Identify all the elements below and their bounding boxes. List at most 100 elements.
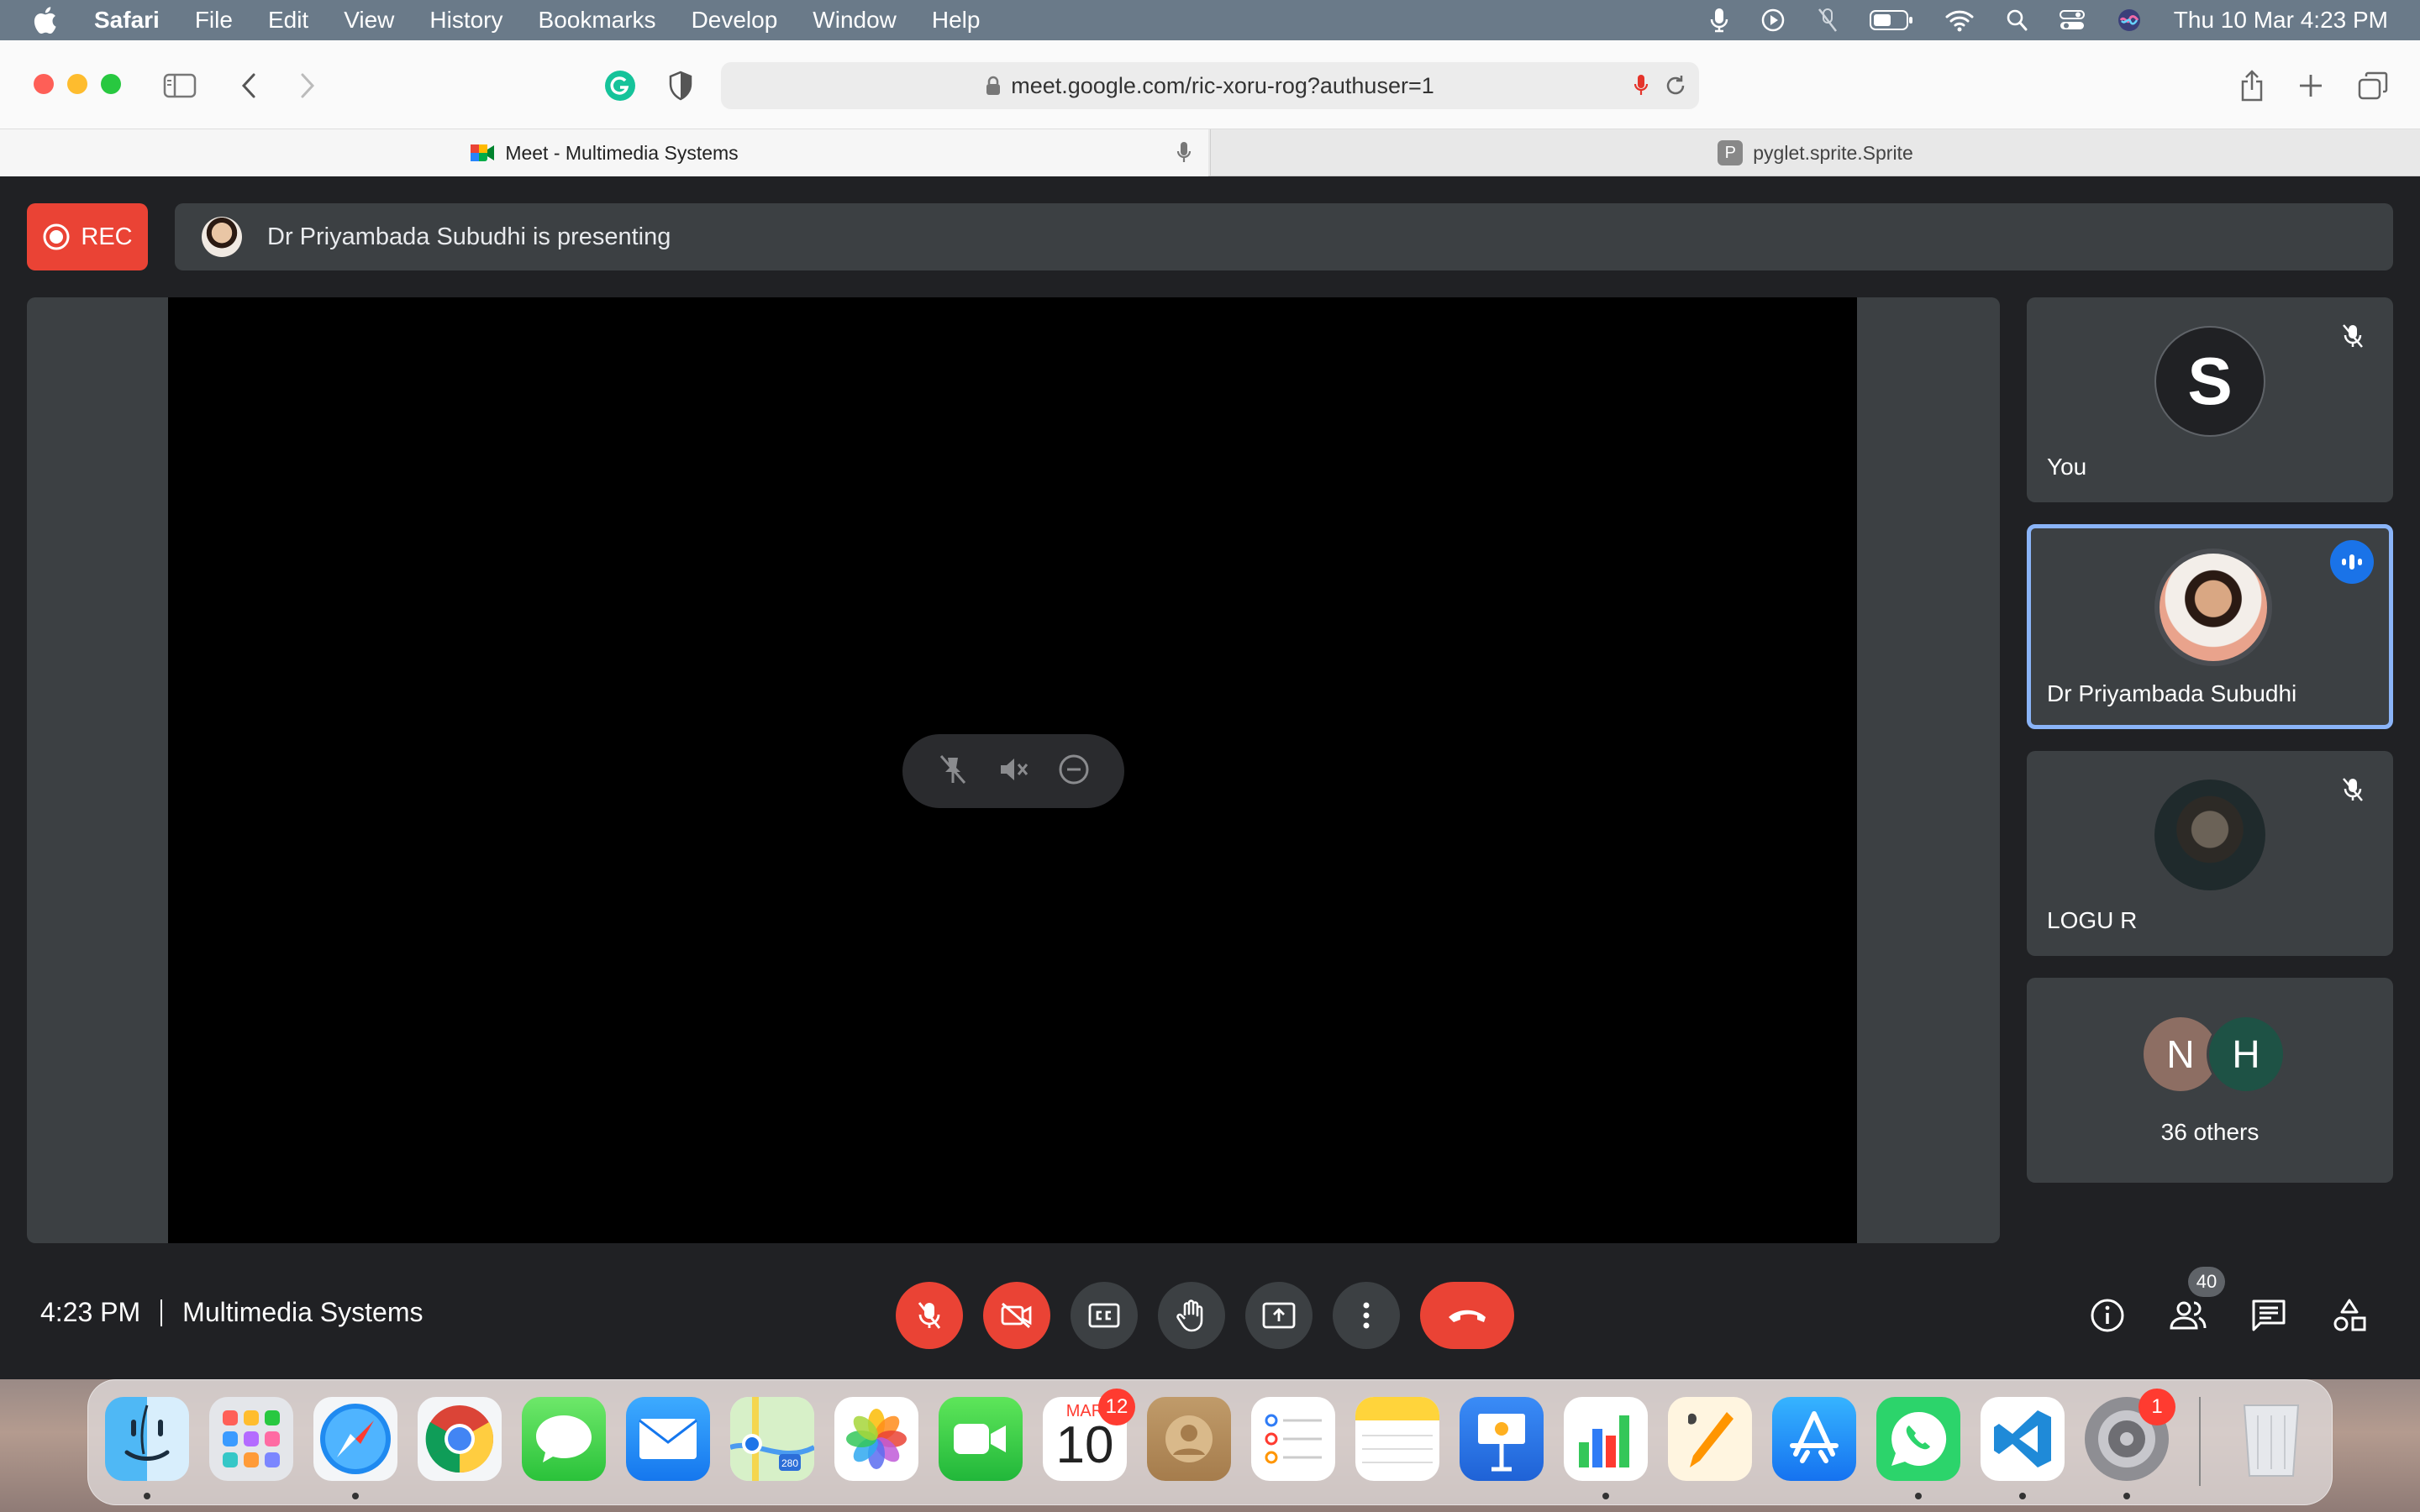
minimize-window-button[interactable] — [67, 74, 87, 94]
leave-call-button[interactable] — [1420, 1282, 1514, 1349]
maps-icon[interactable]: 280 — [730, 1397, 814, 1481]
whatsapp-icon[interactable] — [1876, 1397, 1960, 1481]
finder-icon[interactable] — [105, 1397, 189, 1481]
remove-icon[interactable] — [1057, 753, 1091, 790]
avatar-presenter — [2154, 549, 2272, 666]
reminders-icon[interactable] — [1251, 1397, 1335, 1481]
vscode-icon[interactable] — [1981, 1397, 2065, 1481]
tab-meet[interactable]: Meet - Multimedia Systems — [0, 129, 1208, 176]
recording-mic-icon[interactable] — [1634, 74, 1649, 97]
numbers-running-dot — [1602, 1493, 1609, 1499]
unpin-icon[interactable] — [936, 753, 970, 790]
separator — [160, 1299, 163, 1326]
menu-app-safari[interactable]: Safari — [94, 7, 160, 34]
meeting-details-button[interactable] — [2081, 1289, 2134, 1342]
participant-tile-logu[interactable]: LOGU R — [2027, 751, 2393, 956]
tab-meet-label: Meet - Multimedia Systems — [505, 141, 739, 164]
people-icon — [2169, 1299, 2207, 1331]
recording-indicator[interactable]: REC — [27, 203, 148, 270]
tile-overlay-controls — [902, 734, 1124, 808]
apple-menu-icon[interactable] — [32, 6, 66, 34]
chrome-icon[interactable] — [418, 1397, 502, 1481]
menu-file[interactable]: File — [195, 7, 233, 34]
tab-bar: Meet - Multimedia Systems P pyglet.sprit… — [0, 129, 2420, 176]
forward-arrow-icon[interactable] — [287, 66, 328, 106]
system-preferences-badge-count: 1 — [2151, 1395, 2163, 1418]
microphone-status-icon[interactable] — [1710, 8, 1728, 33]
window-controls — [34, 74, 121, 94]
menu-window[interactable]: Window — [813, 7, 897, 34]
new-tab-icon[interactable] — [2291, 66, 2331, 106]
reload-icon[interactable] — [1664, 74, 1687, 97]
menu-bookmarks[interactable]: Bookmarks — [539, 7, 656, 34]
menu-view[interactable]: View — [344, 7, 394, 34]
mic-off-icon — [917, 1300, 942, 1331]
chat-button[interactable] — [2242, 1289, 2296, 1342]
menu-history[interactable]: History — [429, 7, 502, 34]
app-store-icon[interactable] — [1772, 1397, 1856, 1481]
control-center-icon[interactable] — [2059, 9, 2085, 31]
activities-button[interactable] — [2323, 1289, 2376, 1342]
participant-tile-presenter[interactable]: Dr Priyambada Subudhi — [2027, 524, 2393, 729]
menu-develop[interactable]: Develop — [692, 7, 778, 34]
info-icon — [2090, 1298, 2125, 1333]
keynote-icon[interactable] — [1460, 1397, 1544, 1481]
raise-hand-icon — [1176, 1299, 1207, 1332]
dock: 280 MAR 10 12 1 — [87, 1379, 2333, 1505]
meeting-time: 4:23 PM — [40, 1297, 141, 1327]
menu-help[interactable]: Help — [932, 7, 981, 34]
contacts-icon[interactable] — [1147, 1397, 1231, 1481]
tab-overview-icon[interactable] — [2353, 66, 2393, 106]
sidebar-toggle-icon[interactable] — [160, 66, 200, 106]
notes-icon[interactable] — [1355, 1397, 1439, 1481]
system-preferences-running-dot — [2123, 1493, 2130, 1499]
meeting-title: Multimedia Systems — [182, 1297, 424, 1327]
others-tile[interactable]: N H 36 others — [2027, 978, 2393, 1183]
activities-shapes-icon — [2332, 1298, 2367, 1333]
spotlight-search-icon[interactable] — [2006, 8, 2028, 32]
siri-icon[interactable] — [2117, 8, 2142, 33]
lock-icon — [986, 76, 1001, 96]
safari-toolbar: meet.google.com/ric-xoru-rog?authuser=1 — [0, 40, 2420, 129]
mic-off-icon[interactable] — [1818, 8, 1838, 33]
privacy-shield-icon[interactable] — [660, 66, 701, 106]
raise-hand-button[interactable] — [1158, 1282, 1225, 1349]
camera-off-button[interactable] — [983, 1282, 1050, 1349]
numbers-icon[interactable] — [1564, 1397, 1648, 1481]
mute-audio-icon[interactable] — [997, 753, 1030, 790]
trash-icon[interactable] — [2229, 1397, 2313, 1481]
back-arrow-icon[interactable] — [229, 66, 269, 106]
pages-icon[interactable] — [1668, 1397, 1752, 1481]
address-bar[interactable]: meet.google.com/ric-xoru-rog?authuser=1 — [721, 62, 1699, 109]
menubar-clock[interactable]: Thu 10 Mar 4:23 PM — [2174, 7, 2388, 34]
zoom-window-button[interactable] — [101, 74, 121, 94]
grammarly-extension-icon[interactable] — [600, 66, 640, 106]
microphone-off-button[interactable] — [896, 1282, 963, 1349]
present-now-button[interactable] — [1245, 1282, 1313, 1349]
mail-icon[interactable] — [626, 1397, 710, 1481]
facetime-icon[interactable] — [939, 1397, 1023, 1481]
launchpad-icon[interactable] — [209, 1397, 293, 1481]
tab-pyglet[interactable]: P pyglet.sprite.Sprite — [1210, 129, 2420, 176]
close-window-button[interactable] — [34, 74, 54, 94]
captions-button[interactable] — [1071, 1282, 1138, 1349]
wifi-icon[interactable] — [1945, 8, 1974, 32]
participant-tile-you[interactable]: S You — [2027, 297, 2393, 502]
participant-name: You — [2047, 454, 2087, 480]
present-screen-icon — [1262, 1302, 1296, 1329]
photos-icon[interactable] — [834, 1397, 918, 1481]
share-icon[interactable] — [2232, 66, 2272, 106]
meet-window: REC Dr Priyambada Subudhi is presenting … — [0, 176, 2420, 1379]
menu-edit[interactable]: Edit — [268, 7, 308, 34]
participant-name: LOGU R — [2047, 907, 2138, 933]
tab-mic-icon[interactable] — [1176, 141, 1192, 165]
google-meet-favicon-icon — [470, 143, 495, 163]
play-circle-icon[interactable] — [1760, 8, 1786, 33]
more-options-button[interactable] — [1333, 1282, 1400, 1349]
safari-app-icon[interactable] — [313, 1397, 397, 1481]
speaking-indicator-icon — [2330, 540, 2374, 584]
messages-icon[interactable] — [522, 1397, 606, 1481]
avatar-other-h-initial: H — [2232, 1032, 2260, 1076]
battery-icon[interactable] — [1869, 9, 1913, 31]
record-icon — [42, 223, 71, 251]
